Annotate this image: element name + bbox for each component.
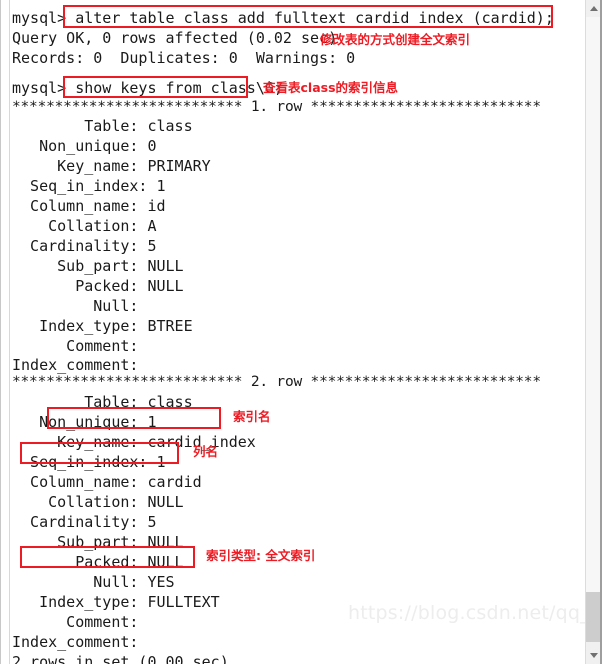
terminal-line: Comment: bbox=[12, 613, 139, 631]
annotation-show-index-info: 查看表class的索引信息 bbox=[263, 80, 399, 95]
terminal-line: Null: YES bbox=[12, 573, 175, 591]
terminal-line: *************************** 2. row *****… bbox=[12, 374, 541, 390]
terminal-line: Collation: NULL bbox=[12, 493, 184, 511]
annotation-create-fulltext-index: 修改表的方式创建全文索引 bbox=[320, 32, 471, 47]
mysql-console-screenshot: mysql> alter table class add fulltext ca… bbox=[0, 0, 602, 664]
terminal-line: mysql> show keys from class\G; bbox=[12, 79, 283, 97]
terminal-line: Key_name: cardid_index bbox=[12, 433, 256, 451]
annotation-index-name: 索引名 bbox=[233, 409, 271, 424]
terminal-line: Seq_in_index: 1 bbox=[12, 453, 166, 471]
annotation-column-name: 列名 bbox=[193, 444, 219, 459]
terminal-line: Index_type: FULLTEXT bbox=[12, 593, 220, 611]
chevron-up-icon bbox=[590, 6, 598, 11]
terminal-line: Index_comment: bbox=[12, 633, 139, 651]
terminal-line: Null: bbox=[12, 297, 139, 315]
terminal-line: Non_unique: 0 bbox=[12, 137, 157, 155]
terminal-line: Sub_part: NULL bbox=[12, 533, 184, 551]
terminal-line: Packed: NULL bbox=[12, 553, 184, 571]
terminal-line: Table: class bbox=[12, 393, 193, 411]
terminal-line: Index_type: BTREE bbox=[12, 317, 193, 335]
terminal-line: Table: class bbox=[12, 117, 193, 135]
terminal-line: Comment: bbox=[12, 337, 139, 355]
terminal-line: Query OK, 0 rows affected (0.02 sec) bbox=[12, 29, 338, 47]
terminal-line: Records: 0 Duplicates: 0 Warnings: 0 bbox=[12, 49, 356, 67]
terminal-output[interactable]: mysql> alter table class add fulltext ca… bbox=[0, 0, 570, 664]
annotation-index-type: 索引类型: 全文索引 bbox=[206, 548, 316, 563]
terminal-line: Column_name: cardid bbox=[12, 473, 202, 491]
terminal-line: Non_unique: 1 bbox=[12, 413, 157, 431]
terminal-line: Collation: A bbox=[12, 217, 157, 235]
terminal-line: Packed: NULL bbox=[12, 277, 184, 295]
terminal-line: *************************** 1. row *****… bbox=[12, 99, 541, 115]
terminal-line: Cardinality: 5 bbox=[12, 237, 157, 255]
terminal-line: Sub_part: NULL bbox=[12, 257, 184, 275]
terminal-line: 2 rows in set (0.00 sec) bbox=[12, 653, 229, 664]
terminal-line: Key_name: PRIMARY bbox=[12, 157, 211, 175]
terminal-line: mysql> alter table class add fulltext ca… bbox=[12, 9, 554, 27]
chevron-down-icon bbox=[590, 653, 598, 658]
terminal-line: Cardinality: 5 bbox=[12, 513, 157, 531]
terminal-line: Column_name: id bbox=[12, 197, 166, 215]
terminal-line: Seq_in_index: 1 bbox=[12, 177, 166, 195]
